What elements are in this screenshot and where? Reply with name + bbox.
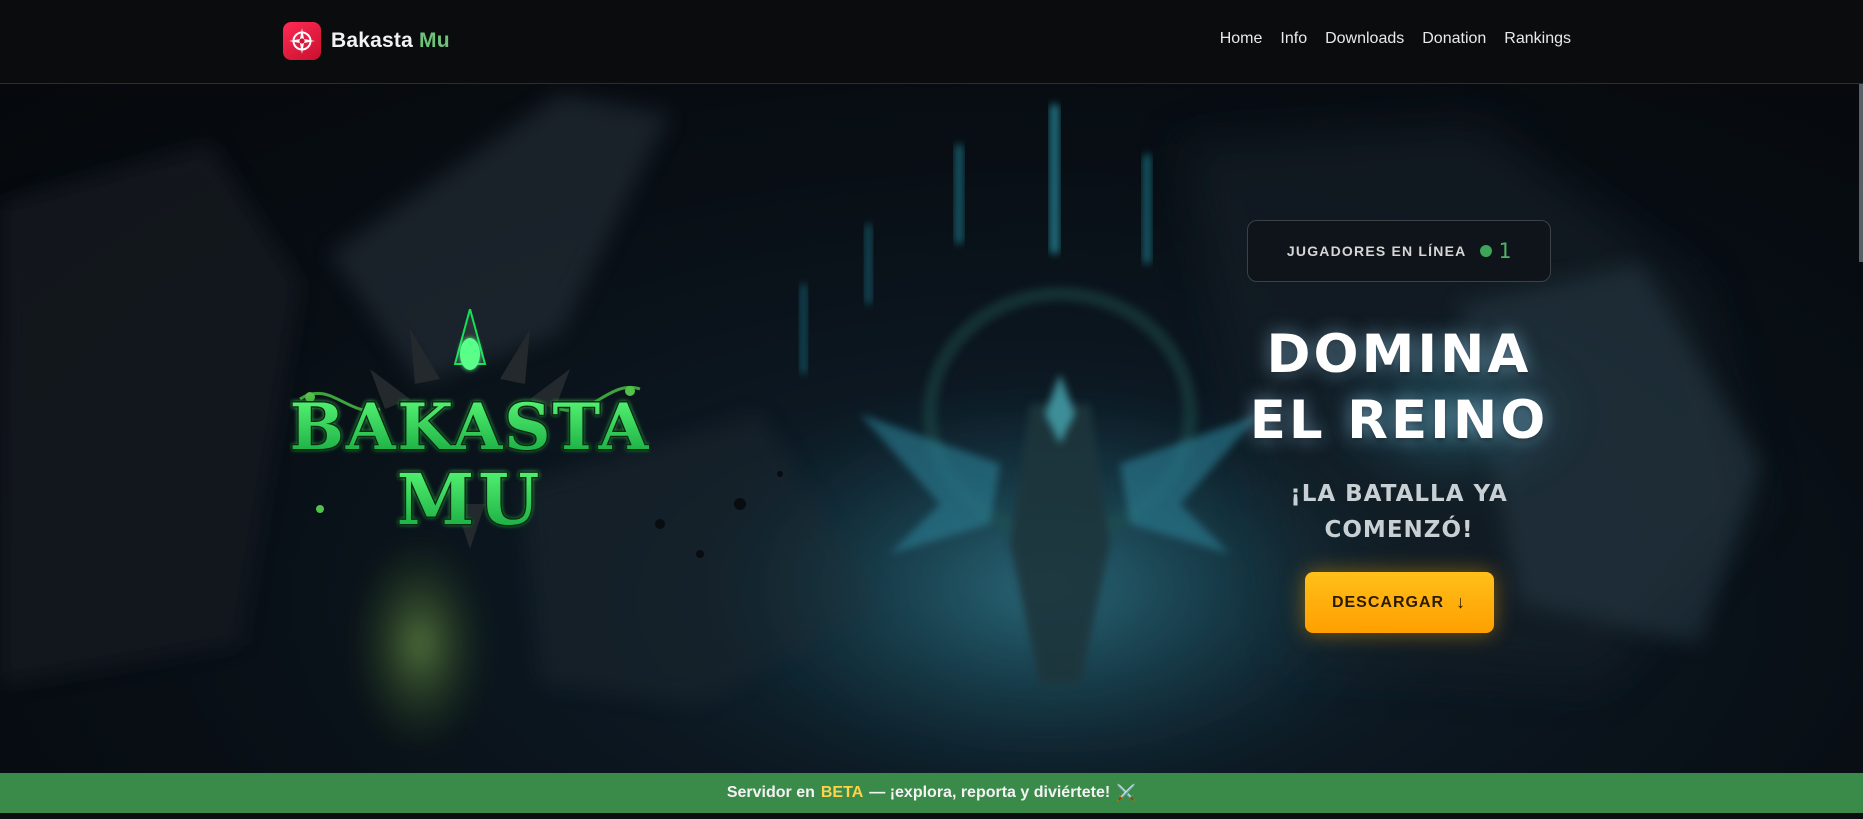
arrow-down-icon: ↓	[1456, 592, 1467, 612]
hero-title-line-2: EL REINO	[1249, 390, 1549, 451]
beta-banner-prefix: Servidor en	[726, 784, 815, 801]
brand-link[interactable]: Bakasta Mu	[283, 22, 450, 60]
brand-name: Bakasta Mu	[331, 29, 450, 52]
beta-banner-highlight: BETA	[820, 784, 864, 801]
brand-accent: Mu	[419, 29, 450, 52]
crossed-swords-icon: ⚔️	[1116, 785, 1137, 802]
main-nav: Home Info Downloads Donation Rankings	[1220, 30, 1571, 48]
nav-info[interactable]: Info	[1280, 30, 1307, 48]
top-navbar: Bakasta Mu Home Info Downloads Donation …	[0, 0, 1863, 84]
download-button[interactable]: DESCARGAR ↓	[1304, 572, 1494, 633]
online-status-dot-icon	[1480, 245, 1493, 257]
beta-banner: Servidor en BETA — ¡explora, reporta y d…	[0, 773, 1863, 813]
game-logo-emblem: BAKASTA MU	[290, 309, 650, 549]
hero-title-line-1: DOMINA	[1266, 324, 1532, 385]
hero-cta-column: JUGADORES EN LÍNEA 1 DOMINA EL REINO ¡LA…	[1247, 220, 1551, 633]
online-players-value: 1	[1498, 239, 1512, 263]
svg-text:BAKASTA: BAKASTA	[290, 390, 650, 465]
compass-star-icon	[283, 22, 321, 60]
beta-banner-suffix: — ¡explora, reporta y diviértete!	[869, 784, 1111, 801]
page: Bakasta Mu Home Info Downloads Donation …	[0, 0, 1863, 819]
hero-subtitle: ¡LA BATALLA YA COMENZÓ!	[1290, 481, 1508, 543]
online-players-label: JUGADORES EN LÍNEA	[1286, 243, 1467, 259]
nav-rankings[interactable]: Rankings	[1504, 30, 1571, 48]
hero-title: DOMINA EL REINO	[1250, 322, 1549, 454]
nav-downloads[interactable]: Downloads	[1325, 30, 1404, 48]
hero-background-art	[0, 84, 1863, 773]
online-players-count: 1	[1480, 239, 1511, 263]
nav-donation[interactable]: Donation	[1422, 30, 1486, 48]
nav-home[interactable]: Home	[1220, 30, 1263, 48]
svg-text:MU: MU	[397, 458, 544, 541]
download-button-label: DESCARGAR	[1331, 593, 1445, 611]
hero-section: BAKASTA MU JUGADORES EN LÍNEA 1 DOMINA E…	[0, 84, 1863, 773]
bottom-strip	[0, 813, 1863, 819]
online-players-pill: JUGADORES EN LÍNEA 1	[1247, 220, 1551, 282]
